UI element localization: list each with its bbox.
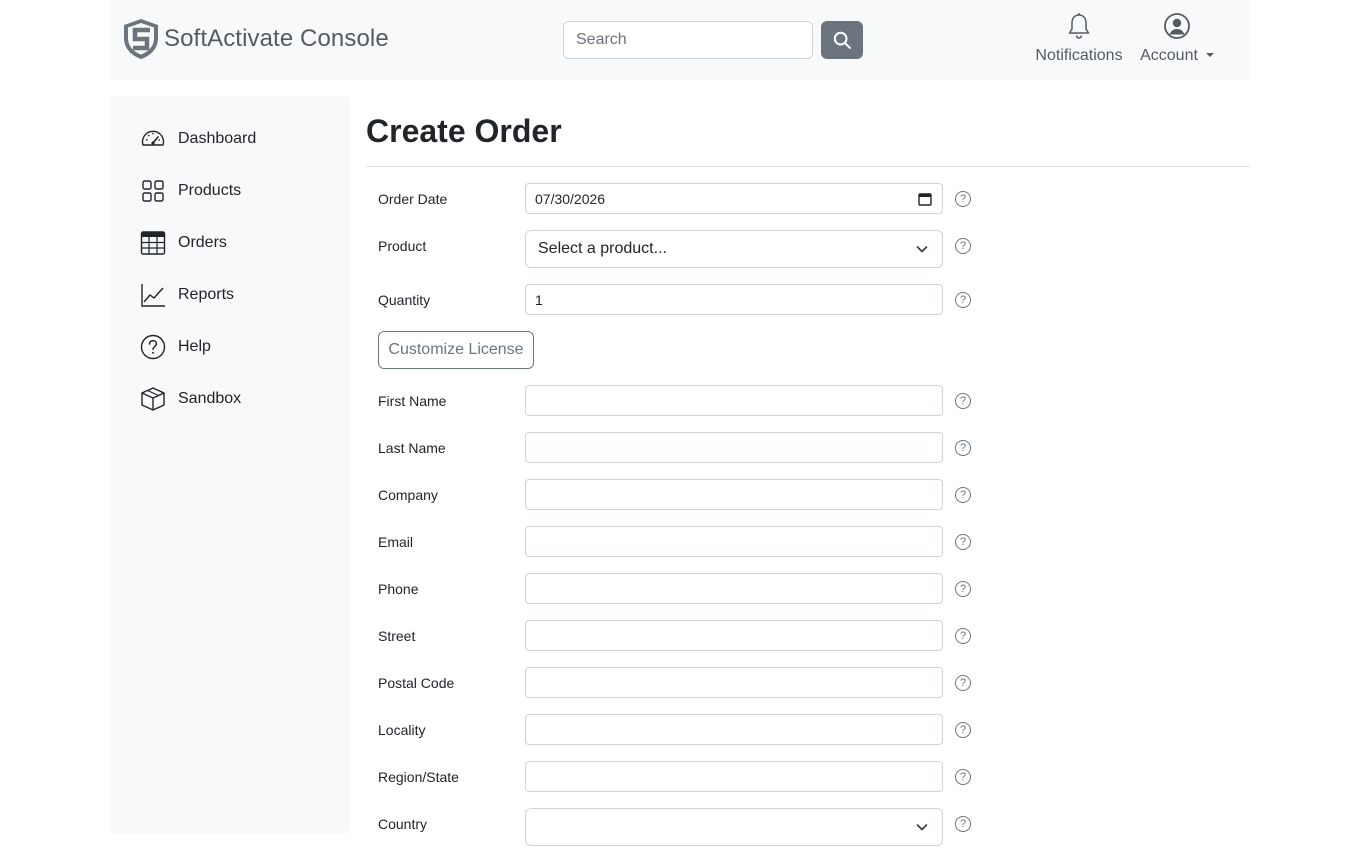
sidebar-item-label: Reports	[178, 286, 235, 303]
page-title: Create Order	[366, 113, 562, 149]
postal-code-input[interactable]	[525, 667, 943, 698]
sidebar-item-label: Dashboard	[178, 130, 257, 147]
sidebar-item-help[interactable]: Help	[140, 331, 211, 363]
order-date-field[interactable]: 07/30/2026	[525, 183, 943, 214]
first-name-input[interactable]	[525, 385, 943, 416]
product-select[interactable]: Select a product...	[525, 230, 943, 268]
search-icon	[833, 31, 851, 49]
box-icon	[141, 387, 165, 411]
locality-label: Locality	[378, 722, 426, 738]
order-date-help-icon[interactable]: ?	[955, 191, 971, 207]
account-menu[interactable]: Account	[1136, 12, 1218, 65]
brand-name: SoftActivate Console	[164, 25, 389, 52]
account-label: Account	[1140, 47, 1198, 64]
first-name-label: First Name	[378, 393, 447, 409]
email-label: Email	[378, 534, 414, 550]
customize-license-button[interactable]: Customize License	[378, 331, 534, 369]
sidebar-item-label: Products	[178, 182, 242, 199]
phone-input[interactable]	[525, 573, 943, 604]
email-help-icon[interactable]: ?	[955, 534, 971, 550]
sidebar-item-reports[interactable]: Reports	[140, 279, 234, 311]
caret-down-icon	[1205, 53, 1214, 57]
street-label: Street	[378, 628, 416, 644]
order-date-value: 07/30/2026	[535, 190, 606, 207]
sidebar-item-label: Orders	[178, 234, 227, 251]
last-name-input[interactable]	[525, 432, 943, 463]
country-label: Country	[378, 816, 428, 832]
product-help-icon[interactable]: ?	[955, 238, 971, 254]
sidebar-item-label: Sandbox	[178, 390, 242, 407]
locality-input[interactable]	[525, 714, 943, 745]
person-circle-icon	[1164, 13, 1190, 39]
speedometer-icon	[141, 130, 165, 146]
notifications-nav[interactable]: Notifications	[1032, 12, 1126, 65]
account-label-wrap: Account	[1140, 47, 1214, 65]
top-navbar: SoftActivate Console Notifications Accou…	[110, 0, 1250, 80]
brand[interactable]: SoftActivate Console	[122, 18, 389, 60]
first-name-help-icon[interactable]: ?	[955, 393, 971, 409]
quantity-label: Quantity	[378, 292, 431, 308]
bell-icon	[1068, 13, 1090, 39]
product-label: Product	[378, 238, 427, 254]
company-input[interactable]	[525, 479, 943, 510]
street-help-icon[interactable]: ?	[955, 628, 971, 644]
phone-label: Phone	[378, 581, 419, 597]
country-select[interactable]	[525, 808, 943, 846]
quantity-help-icon[interactable]: ?	[955, 292, 971, 308]
calendar-icon[interactable]	[918, 192, 932, 206]
region-state-input[interactable]	[525, 761, 943, 792]
title-divider	[366, 166, 1250, 167]
quantity-input[interactable]	[525, 284, 943, 315]
search-input[interactable]	[563, 21, 813, 59]
chevron-down-icon	[916, 824, 928, 831]
chevron-down-icon	[916, 246, 928, 253]
street-input[interactable]	[525, 620, 943, 651]
search-button[interactable]	[821, 21, 863, 59]
company-help-icon[interactable]: ?	[955, 487, 971, 503]
email-input[interactable]	[525, 526, 943, 557]
grid-icon	[142, 180, 164, 202]
sidebar-item-sandbox[interactable]: Sandbox	[140, 383, 241, 415]
region-state-help-icon[interactable]: ?	[955, 769, 971, 785]
sidebar-item-dashboard[interactable]: Dashboard	[140, 123, 256, 155]
sidebar-item-label: Help	[178, 338, 211, 355]
phone-help-icon[interactable]: ?	[955, 581, 971, 597]
table-icon	[140, 231, 166, 255]
sidebar-item-products[interactable]: Products	[140, 175, 241, 207]
sidebar-item-orders[interactable]: Orders	[140, 227, 227, 259]
region-state-label: Region/State	[378, 769, 459, 785]
postal-code-label: Postal Code	[378, 675, 455, 691]
last-name-help-icon[interactable]: ?	[955, 440, 971, 456]
shield-logo-icon	[124, 19, 158, 59]
company-label: Company	[378, 487, 438, 503]
postal-code-help-icon[interactable]: ?	[955, 675, 971, 691]
product-selected-value: Select a product...	[538, 240, 667, 257]
question-circle-icon	[140, 334, 166, 360]
order-date-label: Order Date	[378, 191, 448, 207]
last-name-label: Last Name	[378, 440, 446, 456]
notifications-label: Notifications	[1035, 47, 1123, 64]
country-help-icon[interactable]: ?	[955, 816, 971, 832]
locality-help-icon[interactable]: ?	[955, 722, 971, 738]
sidebar: Dashboard Products Orders Reports Help S…	[110, 96, 350, 834]
line-chart-icon	[141, 284, 165, 307]
